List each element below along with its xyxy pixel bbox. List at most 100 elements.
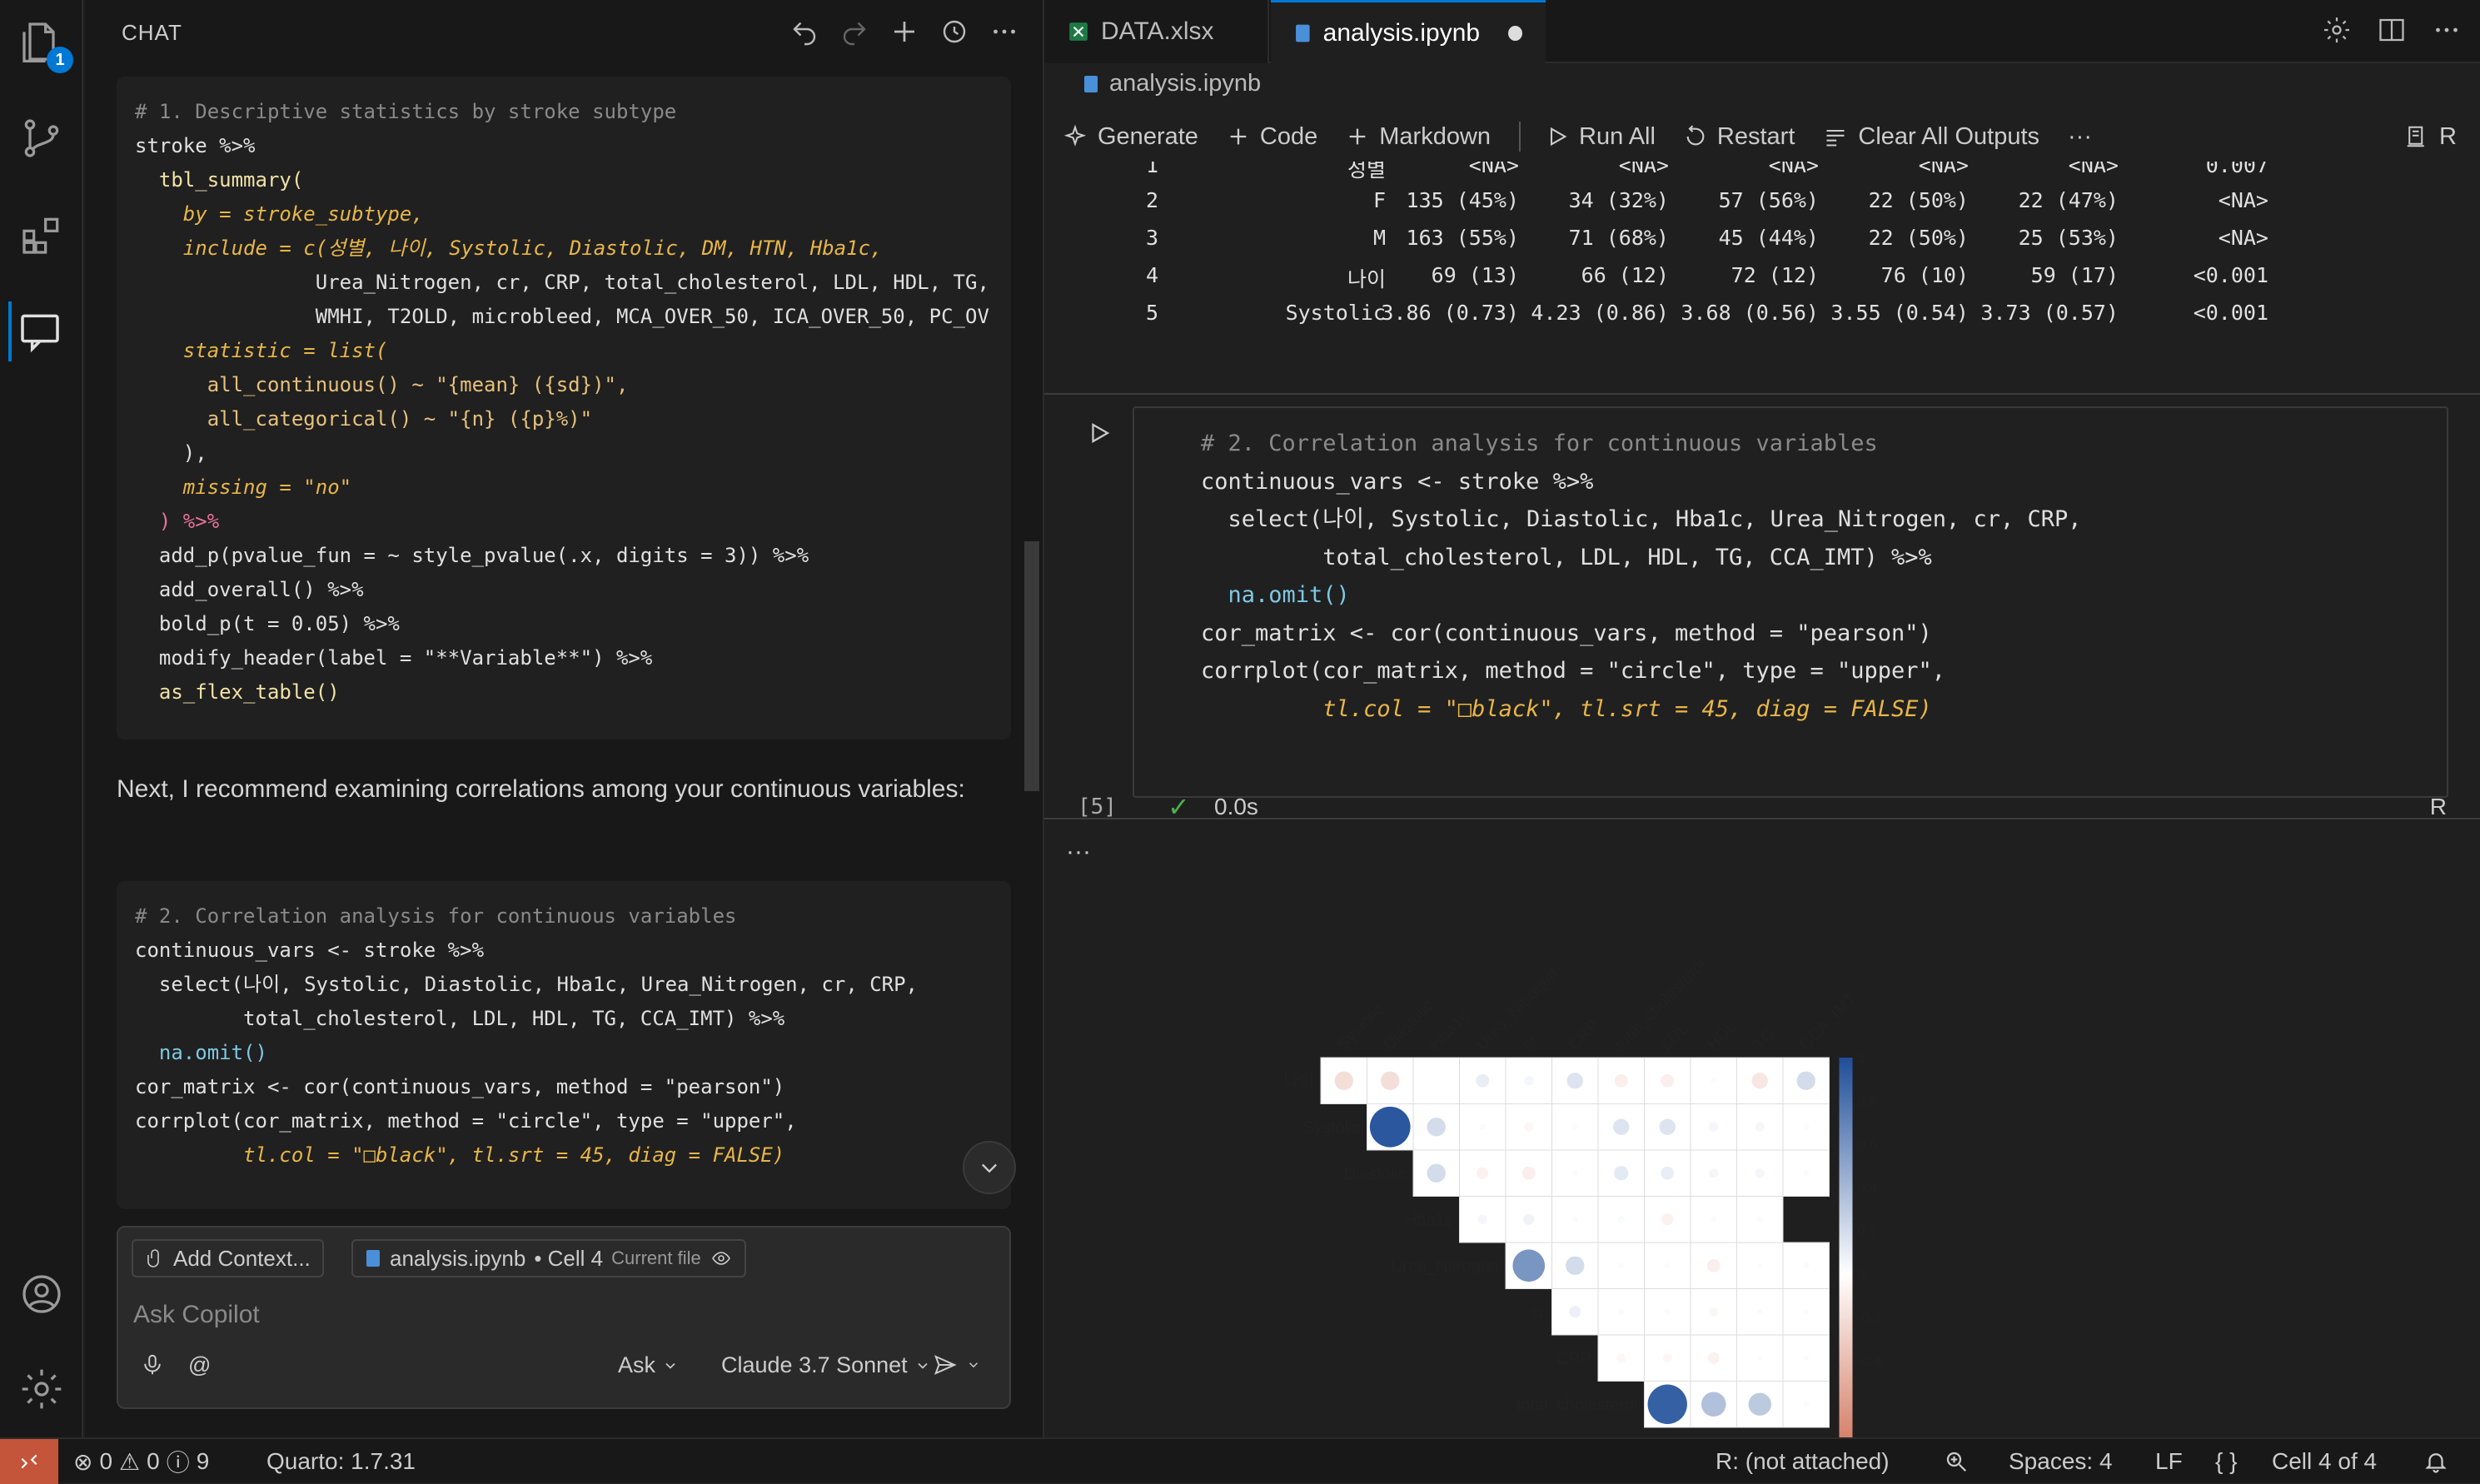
explorer-badge: 1 — [47, 47, 73, 73]
correlation-circle — [1427, 1118, 1446, 1137]
notebook-cell[interactable]: # 2. Correlation analysis for continuous… — [1044, 393, 2480, 822]
more-actions-icon[interactable] — [2432, 15, 2462, 45]
redo-icon[interactable] — [838, 13, 871, 50]
split-editor-icon[interactable] — [2377, 15, 2407, 45]
eol[interactable]: LF — [2155, 1439, 2183, 1484]
run-cell-button[interactable] — [1081, 415, 1118, 451]
send-button[interactable] — [931, 1352, 981, 1377]
code-line: ) %>% — [135, 510, 220, 533]
chat-scrollbar[interactable] — [1024, 541, 1039, 791]
extensions-icon[interactable] — [12, 205, 72, 265]
tab-analysis-ipynb[interactable]: analysis.ipynb — [1271, 0, 1546, 63]
code-line: # 2. Correlation analysis for continuous… — [1201, 431, 1878, 456]
unsaved-dot-icon[interactable] — [1508, 25, 1522, 41]
file-context-chip[interactable]: analysis.ipynb • Cell 4 Current file — [351, 1239, 746, 1277]
output-table-cell: 76 (10) — [1880, 263, 1969, 287]
status-bar: ⊗ 0 ⚠ 0 ⓘ 9 Quarto: 1.7.31 R: (not attached… — [0, 1437, 2480, 1484]
correlation-circle — [1617, 1215, 1626, 1223]
undo-icon[interactable] — [788, 13, 821, 50]
correlation-circle — [1711, 1078, 1717, 1084]
output-table-cell: 69 (13) — [1431, 263, 1519, 287]
run-all-button[interactable]: Run All — [1546, 123, 1656, 151]
eye-icon[interactable] — [710, 1248, 733, 1268]
output-table-cell: 5 — [1146, 301, 1159, 325]
microphone-icon[interactable] — [140, 1352, 165, 1377]
source-control-icon[interactable] — [12, 108, 72, 168]
colorbar-tick-label: 1 — [1858, 1050, 1865, 1066]
correlation-circle — [1661, 1213, 1674, 1226]
generate-label: Generate — [1098, 122, 1198, 150]
output-table-cell: <0.001 — [2193, 301, 2268, 325]
row-label: cr — [1531, 1303, 1546, 1322]
output-table-cell: M — [1372, 226, 1386, 250]
chevron-down-icon — [918, 1362, 928, 1369]
scroll-down-button[interactable] — [963, 1141, 1016, 1194]
chat-icon[interactable] — [8, 301, 68, 361]
history-icon[interactable] — [938, 13, 971, 50]
paperclip-icon — [147, 1249, 159, 1267]
check-icon: ✓ — [1168, 792, 1190, 822]
output-table-cell: <NA> — [1918, 162, 1969, 177]
column-label: CCA_IMT — [1796, 989, 1861, 1054]
output-table-cell: 135 (45%) — [1406, 188, 1519, 212]
cell-position[interactable]: Cell 4 of 4 — [2272, 1439, 2377, 1484]
correlation-circle — [1524, 1076, 1534, 1086]
correlation-circle — [1751, 1073, 1768, 1089]
code-line: total_cholesterol, LDL, HDL, TG, CCA_IMT… — [135, 1007, 785, 1030]
indentation[interactable]: Spaces: 4 — [2009, 1439, 2113, 1484]
add-markdown-button[interactable]: Markdown — [1346, 123, 1491, 151]
output-more-button[interactable]: ··· — [1066, 838, 1091, 866]
tab-data-xlsx[interactable]: DATA.xlsx — [1044, 0, 1269, 63]
breadcrumb[interactable]: analysis.ipynb — [1083, 70, 1261, 97]
clear-all-outputs-button[interactable]: Clear All Outputs — [1823, 123, 2039, 151]
mention-button[interactable]: @ — [188, 1352, 211, 1378]
correlation-circle — [1618, 1262, 1625, 1269]
correlation-circle — [1664, 1308, 1671, 1315]
code-line: # 1. Descriptive statistics by stroke su… — [135, 100, 677, 123]
gear-icon[interactable] — [2322, 15, 2352, 45]
restart-button[interactable]: Restart — [1684, 123, 1795, 151]
more-actions-icon[interactable] — [988, 13, 1021, 50]
cell-output-table: 1 성별 <NA> <NA> <NA> <NA> <NA> 0.007 2 F 135 (45%) 3… — [1044, 162, 2480, 391]
problems-indicator[interactable]: ⊗ 0 ⚠ 0 ⓘ 9 — [73, 1439, 209, 1484]
r-status[interactable]: R: (not attached) — [1716, 1439, 1890, 1484]
code-line: as_flex_table() — [135, 680, 340, 704]
kernel-label: R — [2439, 122, 2457, 150]
code-line: missing = "no" — [135, 476, 352, 499]
quarto-version[interactable]: Quarto: 1.7.31 — [266, 1439, 416, 1484]
zoom-icon[interactable] — [1944, 1439, 1969, 1484]
correlation-circle — [1616, 1353, 1626, 1363]
ask-copilot-input[interactable]: Ask Copilot — [133, 1301, 260, 1329]
kernel-picker[interactable]: R — [2404, 123, 2457, 151]
column-label: Systolic — [1334, 1000, 1387, 1053]
toolbar-more-button[interactable]: ··· — [2068, 123, 2092, 151]
correlation-circle — [1477, 1167, 1489, 1179]
accounts-icon[interactable] — [12, 1264, 72, 1324]
colorbar — [1839, 1058, 1853, 1437]
cell-editor[interactable]: # 2. Correlation analysis for continuous… — [1133, 406, 2448, 798]
column-label: cr — [1519, 1031, 1542, 1054]
code-line: stroke %>% — [135, 134, 256, 157]
code-line: include = c(성별, 나이, Systolic, Diastolic,… — [135, 237, 883, 260]
cell-language[interactable]: R — [2430, 794, 2447, 820]
add-code-button[interactable]: Code — [1227, 123, 1317, 151]
model-dropdown[interactable]: Claude 3.7 Sonnet — [721, 1352, 931, 1378]
output-table-cell: 3.68 (0.56) — [1681, 301, 1819, 325]
mode-dropdown[interactable]: Ask — [618, 1352, 679, 1378]
bell-icon[interactable] — [2423, 1439, 2448, 1484]
generate-button[interactable]: Generate — [1063, 123, 1198, 151]
new-chat-plus-icon[interactable] — [888, 13, 921, 50]
output-table-row: 4 나이 69 (13) 66 (12) 72 (12) 76 (10) 59 (17) <0… — [1044, 263, 2480, 301]
settings-gear-icon[interactable] — [12, 1359, 72, 1419]
correlation-circle — [1755, 1122, 1765, 1132]
column-label: LDL — [1657, 1019, 1692, 1054]
code-label: Code — [1259, 122, 1318, 150]
add-context-button[interactable]: Add Context... — [132, 1239, 324, 1277]
correlation-circle — [1571, 1170, 1578, 1177]
correlation-circle — [1711, 1216, 1717, 1223]
language-braces[interactable]: { } — [2215, 1439, 2237, 1484]
remote-indicator[interactable] — [0, 1439, 58, 1484]
explorer-icon[interactable]: 1 — [12, 12, 73, 73]
plus-icon — [1349, 128, 1366, 145]
output-table-cell: 72 (12) — [1731, 263, 1819, 287]
